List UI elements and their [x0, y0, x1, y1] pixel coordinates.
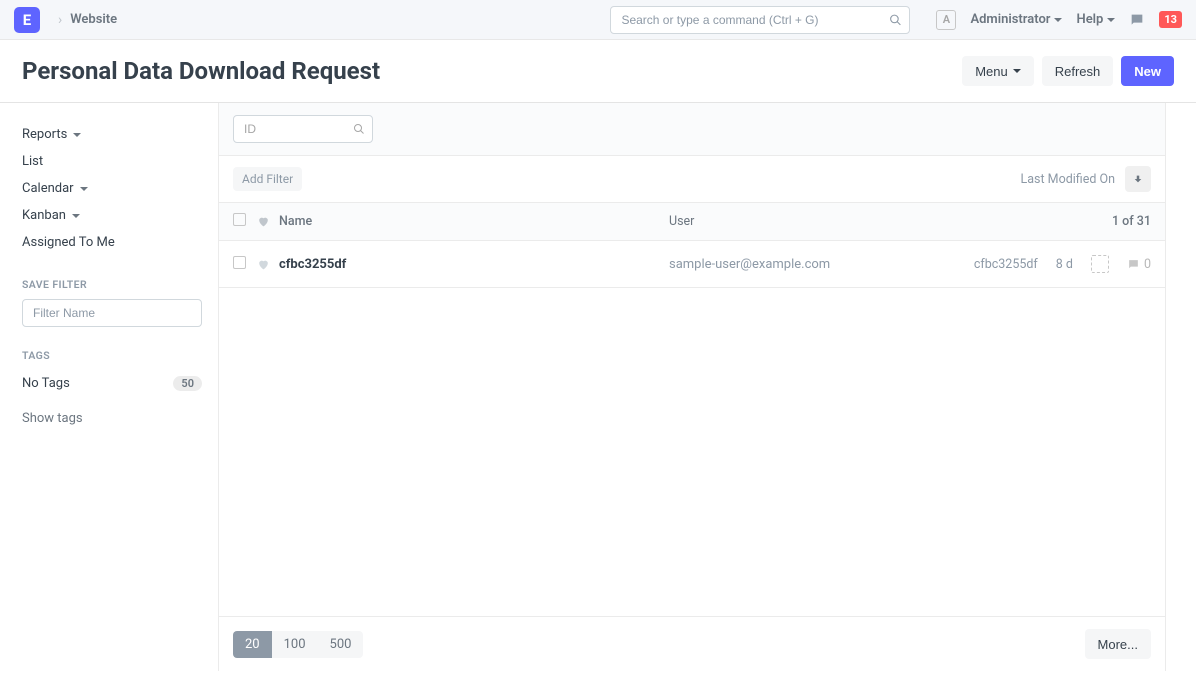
sidebar-item-list[interactable]: List	[22, 148, 196, 175]
caret-down-icon	[72, 214, 80, 218]
arrow-down-icon	[1133, 174, 1143, 184]
show-tags-link[interactable]: Show tags	[22, 397, 196, 440]
navbar: E › Website A Administrator Help 13	[0, 0, 1196, 40]
sidebar: ReportsListCalendarKanbanAssigned To Me …	[0, 103, 218, 671]
menu-button[interactable]: Menu	[962, 56, 1034, 86]
main-panel: Add Filter Last Modified On Name User 1 …	[218, 103, 1166, 671]
search-icon	[353, 123, 365, 135]
sort-label[interactable]: Last Modified On	[1020, 172, 1115, 187]
row-time: 8 d	[1056, 257, 1073, 272]
comment-count: 0	[1144, 257, 1151, 272]
avatar-initial: A	[943, 13, 950, 26]
caret-down-icon	[1013, 69, 1021, 73]
refresh-button[interactable]: Refresh	[1042, 56, 1114, 86]
layout: ReportsListCalendarKanbanAssigned To Me …	[0, 103, 1196, 671]
sidebar-item-reports[interactable]: Reports	[22, 121, 196, 148]
logo-icon[interactable]: E	[14, 7, 40, 33]
sidebar-item-label: List	[22, 154, 43, 169]
sidebar-item-label: Calendar	[22, 181, 74, 196]
select-all-checkbox[interactable]	[233, 213, 246, 226]
page-title: Personal Data Download Request	[22, 57, 380, 85]
sidebar-item-assigned-to-me[interactable]: Assigned To Me	[22, 229, 196, 256]
breadcrumb: › Website	[50, 12, 117, 28]
help-label: Help	[1076, 12, 1103, 27]
search-input[interactable]	[610, 6, 910, 34]
new-label: New	[1134, 64, 1161, 79]
user-label: Administrator	[970, 12, 1050, 27]
global-search	[610, 6, 910, 34]
help-menu[interactable]: Help	[1076, 12, 1115, 27]
row-id: cfbc3255df	[974, 257, 1038, 272]
chevron-right-icon: ›	[58, 12, 62, 28]
heart-icon	[257, 215, 279, 228]
table-body: cfbc3255dfsample-user@example.comcfbc325…	[219, 241, 1165, 288]
sidebar-item-calendar[interactable]: Calendar	[22, 175, 196, 202]
sidebar-item-kanban[interactable]: Kanban	[22, 202, 196, 229]
sidebar-item-label: Kanban	[22, 208, 66, 223]
tag-row-no-tags[interactable]: No Tags 50	[22, 370, 202, 397]
row-user: sample-user@example.com	[669, 257, 974, 272]
page-size-20[interactable]: 20	[233, 631, 272, 658]
save-filter-heading: SAVE FILTER	[22, 278, 196, 291]
notification-badge[interactable]: 13	[1159, 11, 1182, 28]
chat-icon[interactable]	[1129, 12, 1145, 28]
page-size-group: 20100500	[233, 631, 363, 658]
column-user[interactable]: User	[669, 214, 1112, 229]
chat-icon	[1127, 258, 1140, 271]
new-button[interactable]: New	[1121, 56, 1174, 86]
nav-right: A Administrator Help 13	[936, 10, 1182, 30]
row-comments[interactable]: 0	[1127, 257, 1151, 272]
page-header: Personal Data Download Request Menu Refr…	[0, 40, 1196, 103]
menu-label: Menu	[975, 64, 1008, 79]
id-filter	[233, 115, 373, 143]
row-name: cfbc3255df	[279, 257, 669, 272]
table-footer: 20100500 More...	[219, 616, 1165, 671]
breadcrumb-website[interactable]: Website	[70, 12, 117, 27]
pagination-label: 1 of 31	[1112, 214, 1151, 229]
refresh-label: Refresh	[1055, 64, 1101, 79]
add-filter-button[interactable]: Add Filter	[233, 167, 302, 191]
id-input[interactable]	[233, 115, 373, 143]
filter-bar: Add Filter Last Modified On	[219, 156, 1165, 203]
logo-letter: E	[23, 11, 31, 29]
search-icon	[889, 13, 902, 26]
avatar[interactable]: A	[936, 10, 956, 30]
caret-down-icon	[1107, 18, 1115, 22]
no-tags-label: No Tags	[22, 376, 70, 391]
row-checkbox[interactable]	[233, 256, 246, 269]
no-tags-count: 50	[173, 376, 202, 391]
sidebar-item-label: Reports	[22, 127, 67, 142]
filter-name-input[interactable]	[22, 299, 202, 327]
sidebar-item-label: Assigned To Me	[22, 235, 115, 250]
caret-down-icon	[1054, 18, 1062, 22]
user-menu[interactable]: Administrator	[970, 12, 1062, 27]
more-button[interactable]: More...	[1085, 629, 1151, 659]
heart-icon[interactable]	[257, 258, 279, 271]
column-name[interactable]: Name	[279, 214, 669, 229]
table-header: Name User 1 of 31	[219, 203, 1165, 241]
caret-down-icon	[73, 133, 81, 137]
page-size-500[interactable]: 500	[318, 631, 364, 658]
main-top-bar	[219, 103, 1165, 156]
assignment-placeholder-icon[interactable]	[1091, 255, 1109, 273]
tags-heading: TAGS	[22, 349, 196, 362]
caret-down-icon	[80, 187, 88, 191]
sort-direction-button[interactable]	[1125, 166, 1151, 192]
table-row[interactable]: cfbc3255dfsample-user@example.comcfbc325…	[219, 241, 1165, 288]
page-size-100[interactable]: 100	[272, 631, 318, 658]
